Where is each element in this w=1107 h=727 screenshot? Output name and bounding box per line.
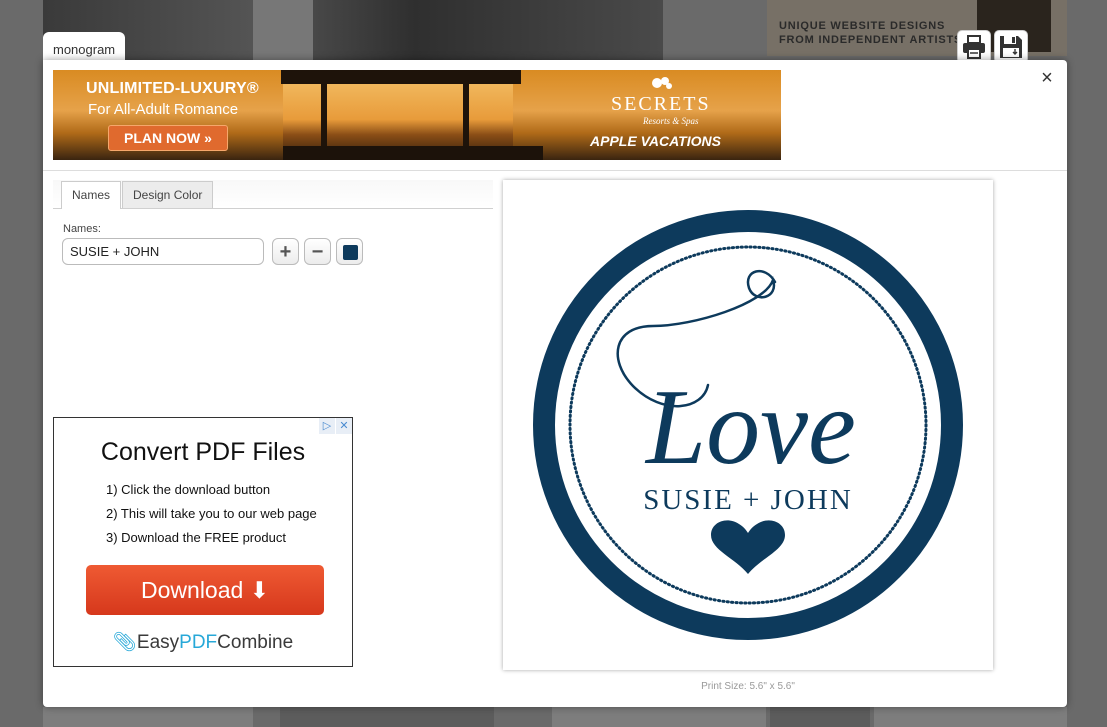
monogram-design: Love SUSIE + JOHN <box>533 210 963 640</box>
banner-brand-sub: Resorts & Spas <box>643 116 699 126</box>
remove-line-button[interactable]: − <box>304 238 331 265</box>
add-line-button[interactable]: + <box>272 238 299 265</box>
paperclip-icon: 📎︎ <box>112 632 137 653</box>
names-label: Names: <box>63 223 101 235</box>
ad-choices[interactable]: ▷ ✕ <box>318 418 352 434</box>
tab-design-color[interactable]: Design Color <box>122 181 214 208</box>
background-thumbnail <box>552 707 766 727</box>
names-input[interactable] <box>62 238 264 265</box>
banner-cta-button[interactable]: PLAN NOW » <box>108 125 228 151</box>
pdf-ad[interactable]: ▷ ✕ Convert PDF Files 1) Click the downl… <box>53 417 353 667</box>
plus-icon: + <box>279 240 292 263</box>
ad-close-icon[interactable]: ✕ <box>336 418 352 434</box>
editor-tabs: Names Design Color <box>53 180 493 209</box>
monogram-modal: × UNLIMITED-LUXURY® For All-Adult Romanc… <box>43 60 1067 707</box>
header-divider <box>43 170 1067 171</box>
background-thumbnail <box>43 707 253 727</box>
minus-icon: − <box>311 240 324 263</box>
print-size-label: Print Size: 5.6" x 5.6" <box>701 681 795 692</box>
tab-names[interactable]: Names <box>61 181 122 209</box>
script-love-text: Love <box>644 368 856 487</box>
ad-step: 2) This will take you to our web page <box>106 506 317 521</box>
color-picker-button[interactable] <box>336 238 363 265</box>
secrets-logo-icon <box>652 77 672 89</box>
background-thumbnail <box>874 707 1067 727</box>
ad-brand-accent: PDF <box>179 632 218 653</box>
banner-post <box>321 80 327 152</box>
printer-icon <box>963 35 985 59</box>
print-button[interactable] <box>957 30 991 64</box>
banner-headline: UNLIMITED-LUXURY® <box>86 80 259 97</box>
color-swatch <box>343 245 358 260</box>
ad-step: 3) Download the FREE product <box>106 530 286 545</box>
ad-brand-suffix: Combine <box>217 632 294 653</box>
close-button[interactable]: × <box>1037 68 1057 88</box>
top-ad-banner[interactable]: UNLIMITED-LUXURY® For All-Adult Romance … <box>53 70 781 160</box>
save-button[interactable] <box>994 30 1028 64</box>
banner-hut-roof <box>281 70 521 84</box>
floppy-disk-icon <box>1000 36 1022 58</box>
banner-brand: SECRETS <box>611 93 711 115</box>
ad-brand-prefix: Easy <box>136 632 180 653</box>
heart-icon <box>711 520 785 574</box>
banner-subline: For All-Adult Romance <box>88 101 239 118</box>
couple-names-text: SUSIE + JOHN <box>643 484 853 516</box>
ad-title: Convert PDF Files <box>100 438 306 466</box>
ad-download-button[interactable]: Download ⬇ <box>86 565 324 615</box>
ad-brand: 📎︎EasyPDFCombine <box>54 630 352 654</box>
ad-step: 1) Click the download button <box>106 482 271 497</box>
background-thumbnail <box>280 707 494 727</box>
banner-post <box>463 80 469 152</box>
ad-choices-icon[interactable]: ▷ <box>319 418 335 434</box>
background-photo <box>43 0 663 60</box>
banner-dock <box>283 146 543 160</box>
background-thumbnail <box>770 707 870 727</box>
banner-partner: APPLE VACATIONS <box>590 133 721 149</box>
monogram-preview: Love SUSIE + JOHN <box>503 180 993 670</box>
background-ad-text: UNIQUE WEBSITE DESIGNS FROM INDEPENDENT … <box>779 20 963 46</box>
